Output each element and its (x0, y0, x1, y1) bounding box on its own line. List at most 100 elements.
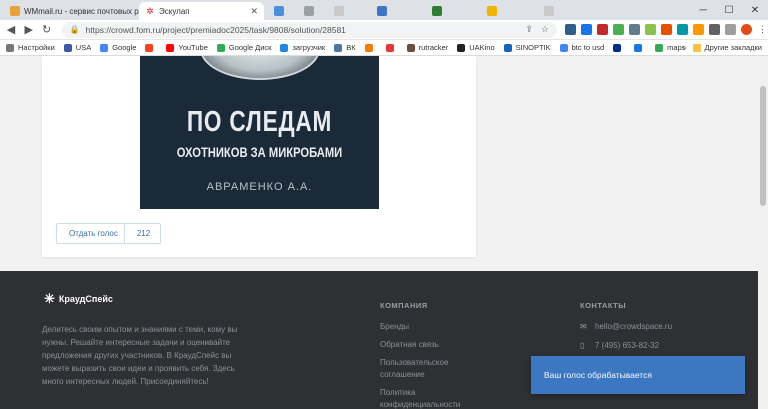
close-window-icon[interactable]: ✕ (742, 0, 768, 20)
company-links: Бренды Обратная связь Пользовательское с… (380, 321, 490, 409)
bookmark-item[interactable]: UAKino (457, 43, 495, 52)
minimize-icon[interactable]: ─ (690, 0, 716, 20)
bookmark-item[interactable]: Google Диск (216, 43, 271, 52)
petri-dish-image (200, 56, 320, 80)
tab-mini[interactable] (354, 2, 409, 20)
extension-icon[interactable] (644, 24, 656, 35)
close-icon[interactable]: ✕ (246, 6, 258, 17)
tab-mini[interactable] (294, 2, 324, 20)
uakino-icon (457, 43, 466, 52)
mail-icon: ✉ (580, 322, 587, 331)
company-heading: КОМПАНИЯ (380, 301, 428, 310)
extension-icon[interactable] (612, 24, 624, 35)
extension-icon[interactable] (564, 24, 576, 35)
tab-mini[interactable] (264, 2, 294, 20)
scrollbar[interactable] (758, 56, 768, 409)
book-title-line1: ПО СЛЕДАМ (186, 106, 333, 138)
youtube-icon (166, 43, 175, 52)
bookmark-item[interactable]: YouTube (166, 43, 208, 52)
footer-link-feedback[interactable]: Обратная связь (380, 339, 490, 351)
bookmark-item[interactable]: SINOPTIK (503, 43, 551, 52)
extension-icon[interactable] (628, 24, 640, 35)
bookmark-item[interactable] (613, 43, 625, 52)
paypal-icon (613, 43, 622, 52)
extension-icon[interactable] (596, 24, 608, 35)
page-icon (486, 6, 497, 16)
menu-icon[interactable]: ⋮ (756, 24, 768, 35)
phone-icon: ▯ (580, 341, 585, 350)
download-icon (280, 43, 289, 52)
tab-wmmail[interactable]: WMmail.ru - сервис почтовых ра ✕ (4, 2, 139, 20)
star-icon[interactable]: ☆ (541, 24, 549, 35)
sinoptik-icon (503, 43, 512, 52)
extension-icon[interactable] (692, 24, 704, 35)
tab-mini[interactable] (464, 2, 519, 20)
rutracker-icon (406, 43, 415, 52)
book-cover: ПО СЛЕДАМ ОХОТНИКОВ ЗА МИКРОБАМИ АВРАМЕН… (140, 56, 379, 209)
bookmark-item[interactable]: maps (655, 43, 686, 52)
maximize-icon[interactable]: ☐ (716, 0, 742, 20)
url-field[interactable]: 🔒 https://crowd.fom.ru/project/premiadoc… (61, 21, 557, 38)
contacts-list: ✉ hello@crowdspace.ru ▯ 7 (495) 653-82-32 (580, 321, 672, 359)
back-icon[interactable]: ◀ (4, 23, 18, 36)
avatar[interactable] (740, 24, 752, 35)
tab-title: WMmail.ru - сервис почтовых ра (24, 6, 139, 16)
reload-icon[interactable]: ↻ (40, 23, 54, 36)
footer-logo[interactable]: ✳ КраудСпейс (44, 291, 113, 307)
page-icon (274, 6, 284, 16)
book-title-line2: ОХОТНИКОВ ЗА МИКРОБАМИ (176, 144, 343, 160)
tab-mini[interactable] (324, 2, 354, 20)
address-bar: ◀ ▶ ↻ 🔒 https://crowd.fom.ru/project/pre… (0, 20, 768, 40)
bookmarks-bar: Настройки USA Google YouTube Google Диск… (0, 40, 768, 56)
book-author: АВРАМЕНКО А.А. (206, 181, 313, 193)
vote-button[interactable]: Отдать голос 212 (56, 223, 161, 244)
footer-link-terms[interactable]: Пользовательское соглашение (380, 357, 490, 381)
bookmark-item[interactable] (364, 43, 377, 52)
tab-mini[interactable] (409, 2, 464, 20)
bookmark-item[interactable] (385, 43, 398, 52)
maps-icon (655, 43, 664, 52)
bookmark-item[interactable]: rutracker (406, 43, 448, 52)
yandex-icon (145, 43, 154, 52)
footer-link-privacy[interactable]: Политика конфиденциальности (380, 387, 490, 409)
tab-mini[interactable] (519, 2, 579, 20)
asclepius-icon: ✲ (145, 6, 155, 16)
contact-email[interactable]: ✉ hello@crowdspace.ru (580, 321, 672, 333)
bookmark-item[interactable]: загрузчик (280, 43, 325, 52)
extension-icon[interactable] (580, 24, 592, 35)
vk-icon (334, 43, 343, 52)
extension-icon[interactable] (660, 24, 672, 35)
solution-card: ПО СЛЕДАМ ОХОТНИКОВ ЗА МИКРОБАМИ АВРАМЕН… (42, 56, 476, 257)
bookmark-item[interactable]: ВК (334, 43, 356, 52)
share-icon[interactable]: ⇪ (525, 24, 533, 35)
puzzle-icon[interactable] (724, 24, 736, 35)
drive-icon (216, 43, 225, 52)
crowdspace-logo-icon: ✳ (44, 291, 55, 306)
bookmark-item[interactable] (145, 43, 157, 52)
footer-link-brands[interactable]: Бренды (380, 321, 490, 333)
tab-asclepius[interactable]: ✲ Эскулап ✕ (139, 2, 264, 20)
google-icon (100, 43, 109, 52)
wmmail-icon (10, 6, 20, 16)
contact-phone[interactable]: ▯ 7 (495) 653-82-32 (580, 340, 672, 352)
vote-label: Отдать голос (57, 224, 125, 243)
bookmark-item[interactable] (634, 43, 646, 52)
bookmark-item[interactable]: Настройки (6, 43, 55, 52)
gear-icon (6, 43, 14, 52)
url-text: https://crowd.fom.ru/project/premiadoc20… (85, 24, 346, 35)
bookmark-item[interactable]: btc to usd (559, 43, 604, 52)
extension-icon[interactable] (708, 24, 720, 35)
bookmark-item[interactable]: Google (100, 43, 136, 52)
scrollbar-thumb[interactable] (760, 86, 766, 206)
extensions: ⋮ (564, 24, 768, 35)
footer-about: Делитесь своим опытом и знаниями с теми,… (42, 325, 238, 386)
window-controls: ─ ☐ ✕ (690, 0, 768, 20)
translate-icon (634, 43, 643, 52)
forward-icon[interactable]: ▶ (22, 23, 36, 36)
page-icon (334, 6, 344, 16)
other-bookmarks[interactable]: » Другие закладки (682, 43, 762, 52)
extension-icon[interactable] (676, 24, 688, 35)
tab-title: Эскулап (159, 6, 190, 16)
bookmark-item[interactable]: USA (63, 43, 91, 52)
page-icon (304, 6, 314, 16)
